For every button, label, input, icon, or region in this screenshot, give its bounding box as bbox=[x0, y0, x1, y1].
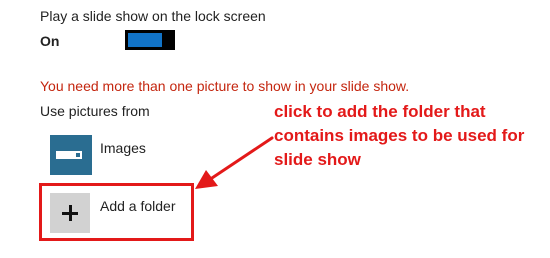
plus-icon-vertical bbox=[68, 205, 72, 221]
slideshow-state-label: On bbox=[40, 33, 60, 49]
slideshow-toggle[interactable] bbox=[125, 30, 175, 50]
add-folder-label: Add a folder bbox=[100, 198, 176, 214]
picture-folder-icon-glyph bbox=[56, 151, 82, 159]
folder-item-images[interactable]: Images bbox=[50, 135, 200, 177]
folder-name: Images bbox=[100, 140, 146, 156]
slideshow-setting-title: Play a slide show on the lock screen bbox=[40, 8, 266, 24]
toggle-track bbox=[128, 33, 162, 47]
add-folder-button[interactable]: Add a folder bbox=[50, 193, 190, 235]
plus-icon bbox=[50, 193, 90, 233]
toggle-thumb bbox=[164, 30, 175, 50]
annotation-text: click to add the folder that contains im… bbox=[274, 102, 525, 169]
picture-folder-icon bbox=[50, 135, 92, 175]
use-pictures-from-label: Use pictures from bbox=[40, 103, 150, 119]
slideshow-warning: You need more than one picture to show i… bbox=[40, 78, 410, 94]
